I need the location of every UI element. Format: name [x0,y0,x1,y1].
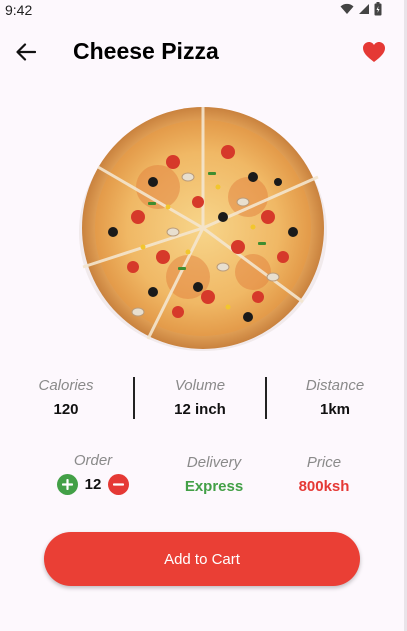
price-block: Price 800ksh [280,454,368,495]
status-icons [340,2,382,16]
arrow-left-icon [16,43,36,61]
stat-label: Calories [38,377,94,394]
stat-label: Distance [305,377,365,394]
price-label: Price [306,454,342,471]
page-title: Cheese Pizza [73,38,219,64]
increase-quantity-button[interactable] [57,474,78,495]
delivery-label: Delivery [186,454,242,471]
add-to-cart-label: Add to Cart [164,550,240,568]
order-details: Order 12 Delivery Express Price 800ksh [0,452,404,500]
battery-icon [374,2,382,16]
stat-calories: Calories 120 [6,377,126,418]
stat-value: 120 [53,401,79,418]
plus-icon [62,479,73,490]
minus-icon [113,483,124,486]
stat-distance: Distance 1km [275,377,395,418]
decrease-quantity-button[interactable] [108,474,129,495]
heart-icon [363,42,385,62]
order-block: Order 12 [50,452,136,495]
stat-label: Volume [174,377,226,394]
pizza-image [78,107,328,353]
order-label: Order [73,452,113,469]
price-value: 800ksh [298,478,350,495]
product-stats: Calories 120 Volume 12 inch Distance 1km [0,377,404,421]
status-bar: 9:42 [0,0,404,22]
cellular-signal-icon [359,4,369,14]
quantity-value: 12 [84,476,102,493]
delivery-block: Delivery Express [168,454,260,495]
stat-value: 12 inch [174,401,226,418]
quantity-stepper: 12 [50,474,136,495]
divider [133,377,135,419]
divider [265,377,267,419]
app-bar: Cheese Pizza [0,32,404,72]
add-to-cart-button[interactable]: Add to Cart [44,532,360,586]
stat-value: 1km [319,401,351,418]
favorite-button[interactable] [360,38,388,66]
status-time: 9:42 [5,2,33,18]
back-button[interactable] [12,38,40,66]
wifi-icon [340,3,354,15]
stat-volume: Volume 12 inch [140,377,260,418]
delivery-value: Express [184,478,244,495]
